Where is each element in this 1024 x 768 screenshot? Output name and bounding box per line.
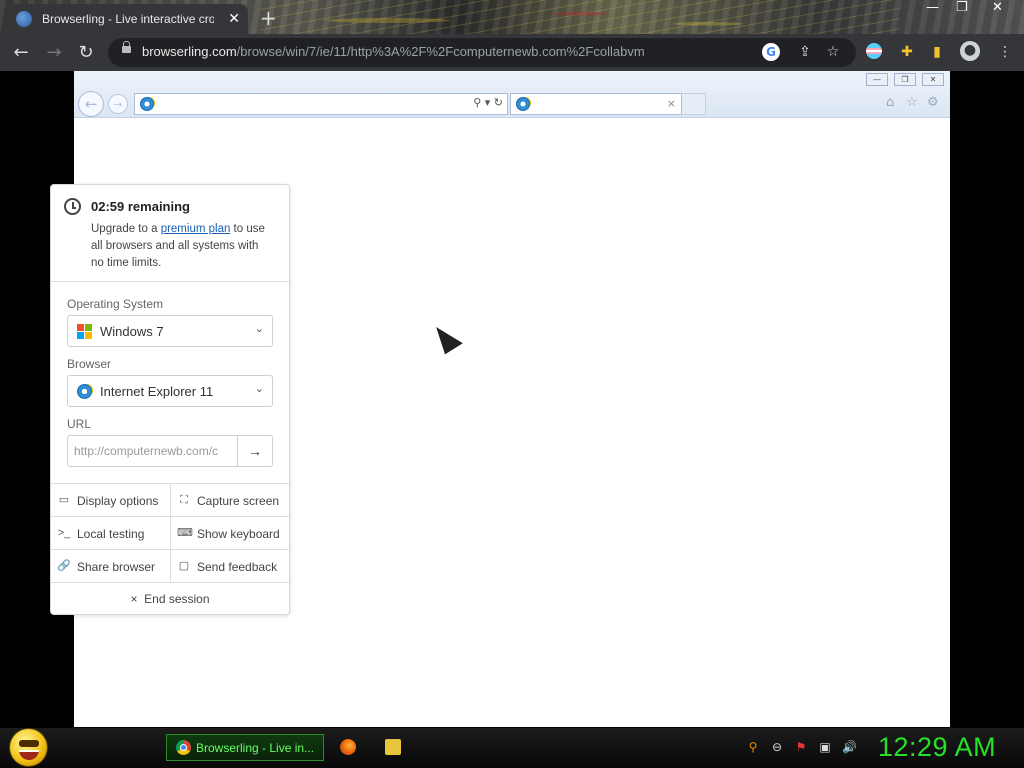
ie-new-tab-button[interactable] <box>682 93 706 115</box>
windows-logo-icon <box>77 324 93 340</box>
chrome-title-bar: Browserling - Live interactive cro ✕ + —… <box>0 0 1024 34</box>
volume-tray-icon[interactable]: 🔊 <box>842 740 857 754</box>
ie-toolbar: — ❐ ✕ ← → ⚲ ▾ ↻ × ⌂ ☆ ⚙ <box>74 71 950 118</box>
ie-restore-button[interactable]: ❐ <box>894 73 916 86</box>
search-tray-icon[interactable]: ⚲ <box>746 740 760 754</box>
divider <box>51 281 289 282</box>
address-bar[interactable]: browserling.com/browse/win/7/ie/11/http%… <box>108 38 856 67</box>
go-arrow-button[interactable]: → <box>237 436 272 466</box>
os-label: Operating System <box>67 297 164 311</box>
session-panel: 02:59 remaining Upgrade to a premium pla… <box>50 184 290 615</box>
close-icon: × <box>130 592 138 606</box>
chrome-toolbar: ← → ↻ browserling.com/browse/win/7/ie/11… <box>0 34 1024 71</box>
browserling-favicon-icon <box>16 11 32 27</box>
chrome-menu-icon[interactable]: ⋮ <box>996 43 1014 61</box>
google-lens-icon[interactable]: G <box>762 43 780 61</box>
ie-settings-gear-icon[interactable]: ⚙ <box>927 95 939 110</box>
end-session-label: End session <box>144 592 210 606</box>
clock-icon <box>64 198 81 215</box>
url-label: URL <box>67 417 92 431</box>
flag-extension-icon[interactable] <box>866 43 882 59</box>
show-keyboard-button[interactable]: ⌨ Show keyboard <box>170 516 289 549</box>
upgrade-message: Upgrade to a premium plan to use all bro… <box>91 223 265 269</box>
taskbar: Browserling - Live in... ⚲ ⊖ ⚑ ▣ 🔊 12:29… <box>0 728 1024 768</box>
ie-home-icon[interactable]: ⌂ <box>886 95 894 110</box>
browser-select-value: Internet Explorer 11 <box>100 384 214 399</box>
start-button-smiley-icon[interactable] <box>10 729 47 766</box>
ie-tab-logo-icon <box>516 97 530 111</box>
tab-title: Browserling - Live interactive cro <box>42 12 214 26</box>
tab-close-icon[interactable]: ✕ <box>228 11 240 27</box>
browser-label: Browser <box>67 357 112 371</box>
reload-icon[interactable]: ↻ <box>74 41 98 65</box>
firefox-icon[interactable] <box>340 739 356 755</box>
premium-plan-link[interactable]: premium plan <box>161 223 231 235</box>
maximize-button[interactable]: ❐ <box>956 0 968 20</box>
file-manager-icon[interactable] <box>385 739 401 755</box>
url-field[interactable]: → <box>67 435 273 467</box>
ie-logo-icon <box>140 97 154 111</box>
forward-arrow-icon[interactable]: → <box>42 41 66 65</box>
wallpaper-decoration <box>260 0 900 34</box>
keyboard-icon: ⌨ <box>177 527 193 539</box>
chrome-icon <box>176 740 191 755</box>
link-icon: 🔗 <box>57 560 71 572</box>
capture-screen-button[interactable]: ⛶ Capture screen <box>170 483 289 516</box>
network-tray-icon[interactable]: ▣ <box>818 740 832 754</box>
flag-tray-icon[interactable]: ⚑ <box>794 740 808 754</box>
time-remaining: 02:59 remaining <box>91 199 190 214</box>
browser-select[interactable]: Internet Explorer 11 ⌄ <box>67 375 273 407</box>
ie-tab-close-icon[interactable]: × <box>667 97 676 110</box>
terminal-icon: >_ <box>57 527 71 539</box>
end-session-button[interactable]: × End session <box>51 582 289 616</box>
local-testing-button[interactable]: >_ Local testing <box>51 516 170 549</box>
ie-close-button[interactable]: ✕ <box>922 73 944 86</box>
taskbar-task-label: Browserling - Live in... <box>196 741 315 755</box>
ie-forward-icon[interactable]: → <box>108 94 128 114</box>
taskbar-chrome-task[interactable]: Browserling - Live in... <box>166 734 324 761</box>
chevron-down-icon: ⌄ <box>254 323 264 335</box>
capture-frame-icon: ⛶ <box>180 494 188 506</box>
share-icon[interactable]: ⇪ <box>796 43 814 61</box>
window-close-button[interactable]: ✕ <box>992 0 1003 20</box>
speech-bubble-icon: ▢ <box>178 560 190 572</box>
address-bar-url: browserling.com/browse/win/7/ie/11/http%… <box>142 44 645 59</box>
profile-avatar-icon[interactable]: ● <box>960 41 980 61</box>
ie-minimize-button[interactable]: — <box>866 73 888 86</box>
ie-favorites-star-icon[interactable]: ☆ <box>906 95 918 110</box>
chevron-down-icon: ⌄ <box>254 383 264 395</box>
os-select-value: Windows 7 <box>100 324 164 339</box>
minimize-button[interactable]: — <box>926 0 939 20</box>
monitor-icon: ▭ <box>58 494 70 506</box>
url-input[interactable] <box>68 436 238 466</box>
puzzle-extensions-icon[interactable]: ✚ <box>898 43 916 61</box>
ie-back-icon[interactable]: ← <box>78 91 104 117</box>
share-browser-button[interactable]: 🔗 Share browser <box>51 549 170 582</box>
ie-tab[interactable]: × <box>510 93 682 115</box>
lock-icon <box>122 41 131 53</box>
new-tab-button[interactable]: + <box>260 6 277 30</box>
ie-address-bar[interactable]: ⚲ ▾ ↻ <box>134 93 508 115</box>
back-arrow-icon[interactable]: ← <box>9 41 33 65</box>
bookmark-star-icon[interactable]: ☆ <box>824 43 842 61</box>
mouse-cursor-icon <box>430 319 463 355</box>
taskbar-clock: 12:29 AM <box>878 732 997 762</box>
ie-search-refresh-icons[interactable]: ⚲ ▾ ↻ <box>473 96 503 109</box>
browser-tab[interactable]: Browserling - Live interactive cro ✕ <box>8 4 248 34</box>
side-panel-icon[interactable]: ▮ <box>928 43 946 61</box>
send-feedback-button[interactable]: ▢ Send feedback <box>170 549 289 582</box>
display-options-button[interactable]: ▭ Display options <box>51 483 170 516</box>
os-select[interactable]: Windows 7 ⌄ <box>67 315 273 347</box>
minus-circle-tray-icon[interactable]: ⊖ <box>770 740 784 754</box>
internet-explorer-icon <box>77 384 92 399</box>
